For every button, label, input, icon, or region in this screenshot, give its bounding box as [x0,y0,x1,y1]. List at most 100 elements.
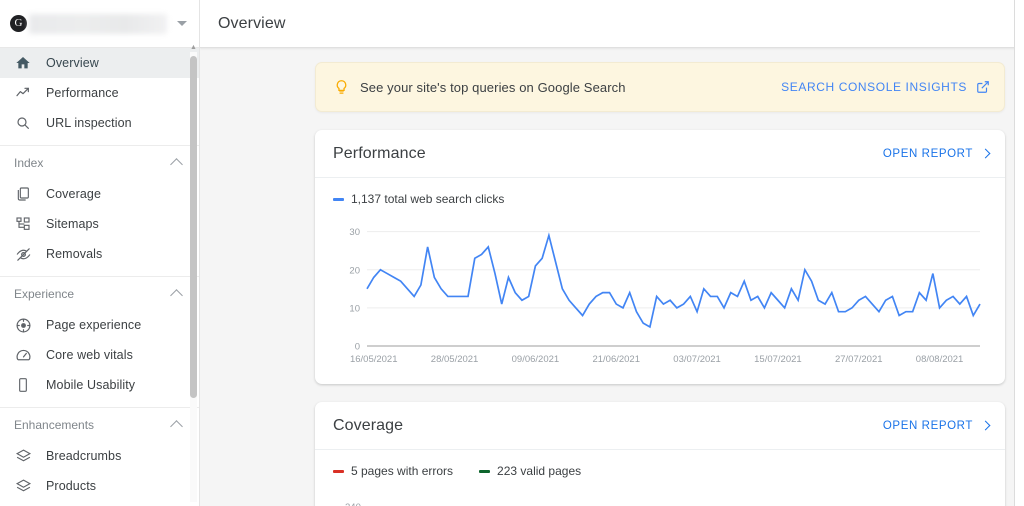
window-right-edge [1014,0,1024,506]
svg-text:0: 0 [355,342,360,353]
sidebar-scrollbar-thumb[interactable] [190,56,197,398]
performance-card-body: 1,137 total web search clicks 0 10 20 30 16/… [315,178,1005,384]
svg-text:21/06/2021: 21/06/2021 [592,354,640,365]
legend-item-clicks[interactable]: 1,137 total web search clicks [333,192,504,206]
sidebar-item-label: Mobile Usability [46,378,136,392]
open-report-label: OPEN REPORT [882,147,973,160]
coverage-chart-clipped: 240 [315,486,1005,506]
coverage-legend: 5 pages with errors 223 valid pages [333,464,989,478]
google-badge-icon: G [10,15,27,32]
trending-up-icon [14,84,32,102]
top-bar: Overview [200,0,1024,48]
sidebar-item-label: URL inspection [46,116,132,130]
sidebar-item-removals[interactable]: Removals [0,239,199,269]
eye-off-icon [14,245,32,263]
sidebar-item-sitemaps[interactable]: Sitemaps [0,209,199,239]
performance-chart[interactable]: 0 10 20 30 16/05/2021 28/05/2021 09/06/2021 21/… [333,216,989,376]
card-title: Performance [333,144,426,162]
sidebar-item-label: Breadcrumbs [46,449,122,463]
chevron-right-icon [980,420,991,431]
banner-text: See your site's top queries on Google Se… [360,79,626,95]
sidebar-item-label: Overview [46,56,99,70]
sidebar-item-products[interactable]: Products [0,471,199,501]
svg-text:20: 20 [349,265,360,276]
caret-down-icon[interactable] [177,21,187,26]
sidebar-item-label: Products [46,479,97,493]
coverage-card-header: Coverage OPEN REPORT [315,402,1005,450]
performance-card: Performance OPEN REPORT 1,137 total web … [315,130,1005,384]
coverage-card: Coverage OPEN REPORT 5 pages with errors [315,402,1005,506]
card-title: Coverage [333,416,404,434]
chevron-right-icon [980,148,991,159]
performance-open-report-link[interactable]: OPEN REPORT [882,147,991,160]
property-name-redacted [29,13,167,34]
main-area: Overview See your site's top queries on … [200,0,1024,506]
sidebar-item-label: Removals [46,247,103,261]
layers-icon [14,447,32,465]
sitemap-icon [14,215,32,233]
legend-swatch [479,469,491,473]
svg-text:28/05/2021: 28/05/2021 [431,354,479,365]
sidebar-item-url-inspection[interactable]: URL inspection [0,108,199,138]
svg-text:15/07/2021: 15/07/2021 [754,354,802,365]
svg-text:03/07/2021: 03/07/2021 [673,354,721,365]
svg-text:09/06/2021: 09/06/2021 [512,354,560,365]
sidebar-item-performance[interactable]: Performance [0,78,199,108]
svg-text:10: 10 [349,303,360,314]
sidebar-group-enhancements[interactable]: Enhancements [0,407,199,441]
sidebar: G Overview Performance URL inspection In… [0,0,200,506]
layers-icon [14,477,32,495]
svg-text:16/05/2021: 16/05/2021 [350,354,398,365]
chevron-up-icon[interactable] [170,288,183,302]
speedometer-icon [14,346,32,364]
performance-legend: 1,137 total web search clicks [333,192,989,206]
scroll-up-arrow-icon[interactable]: ▲ [189,44,198,51]
sidebar-item-label: Core web vitals [46,348,133,362]
sidebar-item-label: Coverage [46,187,101,201]
property-selector[interactable]: G [10,9,177,39]
sidebar-item-page-experience[interactable]: Page experience [0,310,199,340]
svg-text:27/07/2021: 27/07/2021 [835,354,883,365]
banner-link-label: SEARCH CONSOLE INSIGHTS [781,80,967,94]
page-experience-icon [14,316,32,334]
open-report-label: OPEN REPORT [882,419,973,432]
sidebar-item-mobile-usability[interactable]: Mobile Usability [0,370,199,400]
legend-label: 5 pages with errors [351,464,454,478]
coverage-ytick-partial: 240 [333,486,1005,506]
search-console-insights-link[interactable]: SEARCH CONSOLE INSIGHTS [781,80,990,94]
legend-swatch [333,197,344,201]
legend-label: 223 valid pages [497,464,582,478]
legend-label: 1,137 total web search clicks [351,192,505,206]
coverage-open-report-link[interactable]: OPEN REPORT [882,419,991,432]
search-icon [14,114,32,132]
sidebar-item-breadcrumbs[interactable]: Breadcrumbs [0,441,199,471]
sidebar-item-coverage[interactable]: Coverage [0,179,199,209]
sidebar-group-index[interactable]: Index [0,145,199,179]
legend-item-valid[interactable]: 223 valid pages [479,464,581,478]
content-scroll-area: See your site's top queries on Google Se… [200,48,1024,506]
search-console-insights-banner: See your site's top queries on Google Se… [315,62,1005,112]
legend-item-errors[interactable]: 5 pages with errors [333,464,453,478]
home-icon [14,54,32,72]
sidebar-nav: Overview Performance URL inspection Inde… [0,48,199,506]
sidebar-group-experience[interactable]: Experience [0,276,199,310]
sidebar-group-label: Index [14,155,44,170]
chevron-up-icon[interactable] [170,419,183,433]
sidebar-group-label: Enhancements [14,417,95,432]
coverage-card-body: 5 pages with errors 223 valid pages [315,450,1005,486]
search-console-app: G Overview Performance URL inspection In… [0,0,1024,506]
performance-line-chart: 0 10 20 30 16/05/2021 28/05/2021 09/06/2021 21/… [349,227,981,365]
sidebar-item-label: Page experience [46,318,142,332]
sidebar-item-overview[interactable]: Overview [0,48,199,78]
performance-card-header: Performance OPEN REPORT [315,130,1005,178]
page-title: Overview [218,14,286,32]
legend-swatch [333,469,344,473]
mobile-icon [14,376,32,394]
copy-pages-icon [14,185,32,203]
sidebar-item-core-web-vitals[interactable]: Core web vitals [0,340,199,370]
chevron-up-icon[interactable] [170,157,183,171]
svg-text:30: 30 [349,227,360,238]
sidebar-group-label: Experience [14,286,75,301]
lightbulb-icon [330,79,352,96]
sidebar-item-label: Performance [46,86,119,100]
